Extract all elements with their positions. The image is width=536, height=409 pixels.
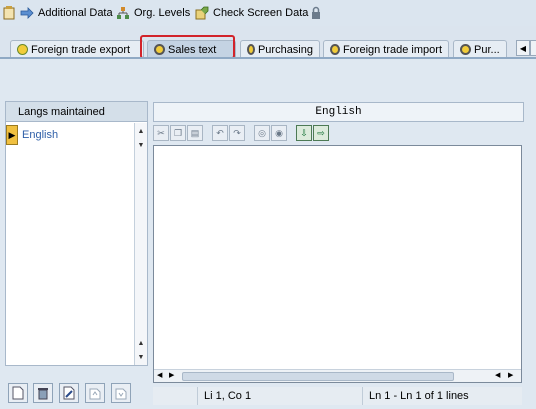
find-next-button[interactable]: ◉ [271,125,287,141]
horizontal-scrollbar[interactable]: ◀ ▶ ◀ ▶ [154,369,521,382]
import-button[interactable]: ⇩ [296,125,312,141]
org-hierarchy-icon [116,6,130,20]
export-button[interactable]: ⇨ [313,125,329,141]
delete-text-button[interactable] [33,383,53,403]
undo-icon: ↶ [216,127,224,138]
line-count: Ln 1 - Ln 1 of 1 lines [362,387,522,405]
document-down-icon [115,388,127,400]
copy-button[interactable]: ❐ [170,125,186,141]
languages-scrollbar[interactable]: ▲ ▼ ▲ ▼ [134,123,147,365]
scroll-right-icon[interactable]: ▶ [169,371,174,379]
paste-button[interactable]: ▤ [187,125,203,141]
row-selector-icon[interactable]: ▶ [6,125,18,145]
editor-status-bar: Li 1, Co 1 Ln 1 - Ln 1 of 1 lines [153,387,522,405]
cursor-position: Li 1, Co 1 [197,387,362,405]
tab-status-icon [17,44,28,55]
move-down-button[interactable] [111,383,131,403]
document-up-icon [89,388,101,400]
tab-foreign-trade-export[interactable]: Foreign trade export [10,40,144,58]
binoculars-icon: ◎ [258,127,266,138]
scroll-right-icon[interactable]: ▶ [508,371,513,379]
copy-icon: ❐ [173,127,183,138]
list-item[interactable]: ▶ English [6,124,134,146]
tab-purchasing-overflow[interactable]: Pur... [453,40,507,58]
tab-status-icon [460,44,471,55]
export-icon: ⇨ [317,127,325,138]
create-text-button[interactable] [8,383,28,403]
tab-status-icon [330,44,340,55]
tab-label: Foreign trade export [31,43,131,56]
selected-tab-highlight [140,35,235,59]
trash-icon [38,388,48,400]
tab-foreign-trade-import[interactable]: Foreign trade import [323,40,449,58]
tab-scroll-right-button[interactable] [530,40,536,56]
scroll-down-icon[interactable]: ▼ [135,351,147,363]
find-button[interactable]: ◎ [254,125,270,141]
application-toolbar: Additional Data Org. Levels Check Screen… [0,0,536,26]
org-levels-button[interactable]: Org. Levels [116,5,190,21]
arrow-right-icon [20,6,34,20]
additional-data-button[interactable]: Additional Data [20,5,113,21]
language-name[interactable]: English [18,129,58,141]
lock-button[interactable] [309,5,323,21]
redo-button[interactable]: ↷ [229,125,245,141]
tab-status-icon [247,44,255,55]
editor-content[interactable] [158,150,517,366]
new-document-icon [12,386,24,400]
tab-label: Purchasing [257,43,313,56]
org-levels-label: Org. Levels [134,7,191,19]
text-editor[interactable]: ◀ ▶ ◀ ▶ [153,145,522,383]
scroll-up-icon[interactable]: ▲ [135,125,147,137]
undo-button[interactable]: ↶ [212,125,228,141]
editor-language-label: English [153,102,524,122]
scroll-up-icon[interactable]: ▲ [135,337,147,349]
chevron-left-icon: ◀ [519,43,527,53]
edit-pencil-icon [63,386,75,400]
check-screen-data-label: Check Screen Data [213,7,309,19]
check-data-icon [195,6,209,20]
lock-icon [309,6,323,20]
check-screen-data-button[interactable]: Check Screen Data [195,5,308,21]
tab-purchasing[interactable]: Purchasing [240,40,320,58]
cut-button[interactable]: ✂ [153,125,169,141]
scrollbar-thumb[interactable] [182,372,454,381]
move-up-button[interactable] [85,383,105,403]
scroll-left-icon[interactable]: ◀ [495,371,500,379]
other-view-button[interactable] [2,5,16,21]
languages-panel: Langs maintained ▶ English ▲ ▼ ▲ ▼ [5,101,148,366]
editor-toolbar: ✂ ❐ ▤ ↶ ↷ ◎ ◉ ⇩ ⇨ [153,124,330,142]
additional-data-label: Additional Data [38,7,113,19]
binoculars-next-icon: ◉ [275,127,283,138]
scroll-down-icon[interactable]: ▼ [135,139,147,151]
scroll-left-icon[interactable]: ◀ [157,371,162,379]
tab-scroll-left-button[interactable]: ◀ [516,40,530,56]
tab-label: Foreign trade import [342,43,442,56]
edit-text-button[interactable] [59,383,79,403]
tab-label: Pur... [474,43,500,56]
scissors-icon: ✂ [157,127,165,138]
paste-icon: ▤ [190,127,200,138]
clipboard-icon [2,6,16,20]
redo-icon: ↷ [233,127,241,138]
languages-header: Langs maintained [6,102,147,122]
import-icon: ⇩ [300,127,308,138]
